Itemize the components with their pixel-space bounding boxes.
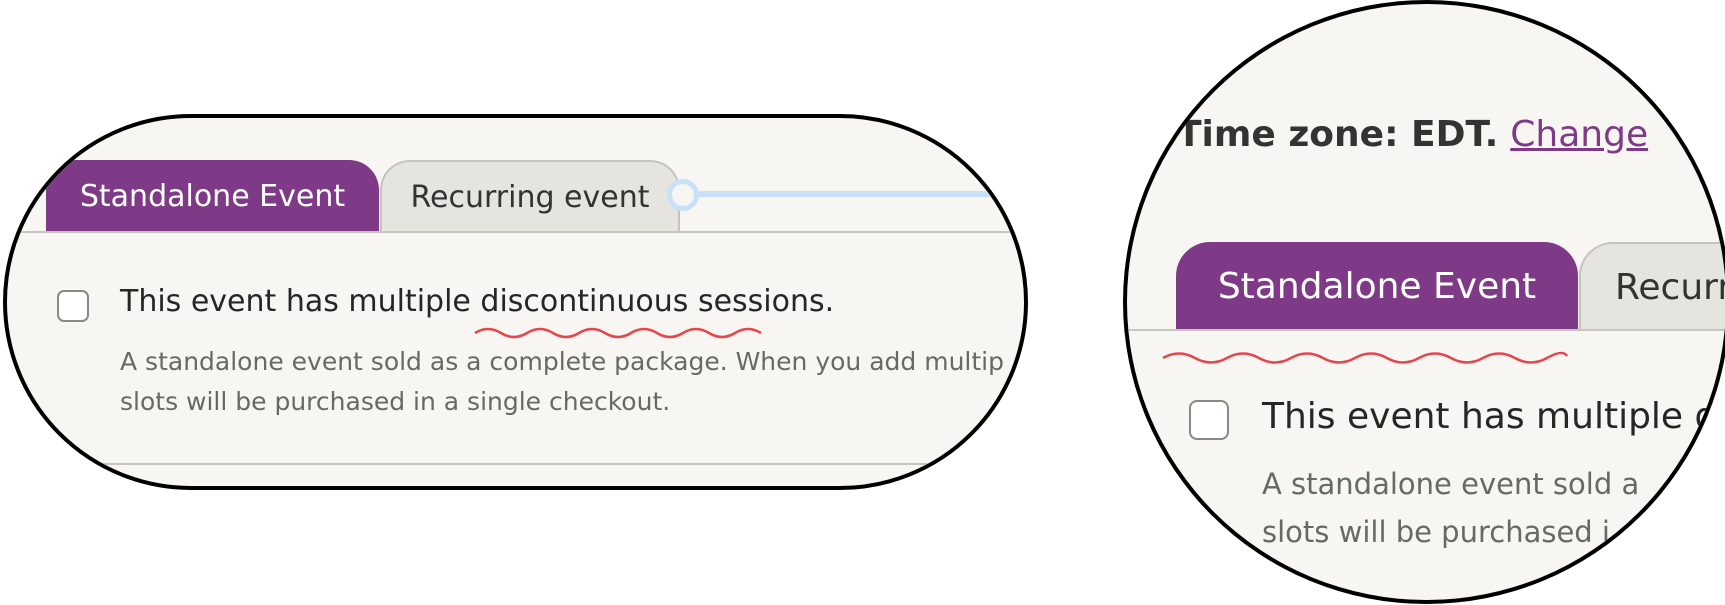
annotated-screenshot: Standalone Event Recurring event This ev…	[0, 0, 1725, 605]
tab-label: Standalone Event	[1217, 265, 1537, 307]
multiple-sessions-checkbox[interactable]	[57, 290, 89, 322]
tab-label: Recurring event	[410, 179, 650, 215]
description-line: slots will be purchased in a single chec…	[120, 387, 671, 416]
description-line: A standalone event sold a	[1262, 467, 1640, 501]
tab-recurring-event[interactable]: Recurr	[1579, 242, 1725, 330]
tab-label: Recurr	[1615, 266, 1725, 308]
tab-standalone-event[interactable]: Standalone Event	[1176, 242, 1578, 330]
multiple-sessions-label: This event has multiple discontinuous se…	[120, 284, 835, 319]
tab-bar-divider	[1127, 329, 1725, 331]
zoom-callout-circle: tails o Time zone: EDT. Change Standalone…	[1123, 0, 1725, 604]
spelling-squiggle-underline	[474, 327, 762, 339]
annotation-connector-line	[695, 191, 1024, 197]
event-description: A standalone event sold a slots will be …	[1262, 460, 1639, 556]
clipped-heading-text: tails o	[1342, 4, 1467, 11]
timezone-row: Time zone: EDT. Change	[1177, 114, 1648, 155]
change-timezone-link[interactable]: Change	[1510, 114, 1648, 155]
section-divider	[7, 463, 1024, 465]
zoom-callout-pill: Standalone Event Recurring event This ev…	[3, 114, 1028, 490]
event-description: A standalone event sold as a complete pa…	[120, 342, 1004, 422]
description-line: slots will be purchased i	[1262, 515, 1610, 549]
tab-label: Standalone Event	[79, 178, 346, 214]
description-line: A standalone event sold as a complete pa…	[120, 347, 1004, 376]
timezone-label: Time zone: EDT.	[1177, 114, 1499, 155]
tab-bar-divider	[7, 231, 1024, 233]
tab-standalone-event[interactable]: Standalone Event	[46, 160, 379, 232]
spelling-squiggle-underline	[1162, 351, 1569, 364]
multiple-sessions-checkbox[interactable]	[1189, 400, 1229, 440]
tab-recurring-event[interactable]: Recurring event	[380, 160, 680, 232]
multiple-sessions-label: This event has multiple d	[1262, 396, 1718, 437]
